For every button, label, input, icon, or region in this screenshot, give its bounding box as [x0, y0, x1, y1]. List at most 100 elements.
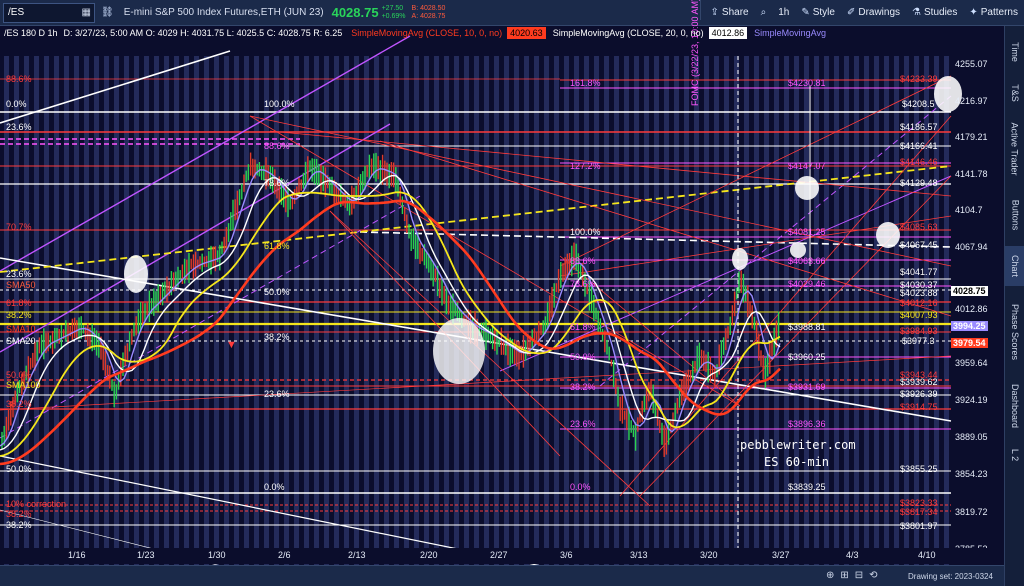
fib-label-left: 38.2% [6, 399, 32, 409]
fib-label-left: 23.6% [6, 122, 32, 132]
fib-label-right: 38.2% [570, 382, 596, 392]
fib-label-right: 23.6% [570, 419, 596, 429]
zoom-button[interactable]: ⌕ [755, 0, 773, 25]
crosshair-icon[interactable]: ⊕ [826, 570, 834, 581]
legend-symbol: /ES 180 D 1h [4, 28, 58, 38]
price-level: $4230.81 [788, 78, 826, 88]
fib-label-mid: 0.0% [264, 482, 285, 492]
price-level: $3988.81 [788, 322, 826, 332]
ma-tag-sma10: SMA10 [6, 324, 36, 334]
price-tick: 3889.05 [955, 432, 988, 442]
drawing-set-label[interactable]: Drawing set: 2023-0324 [908, 572, 993, 581]
change-box: +27.50 +0.69% [382, 5, 406, 21]
time-tick: 1/16 [68, 550, 86, 560]
time-tick: 2/20 [420, 550, 438, 560]
fib-label-left: 38.2% [6, 310, 32, 320]
time-tick: 4/10 [918, 550, 936, 560]
price-level: $3855.25 [900, 464, 938, 474]
pattern-icon: ✦ [969, 7, 978, 18]
correction-label: 10% correction [6, 499, 67, 509]
style-button[interactable]: ✎ Style [795, 0, 841, 25]
time-tick: 3/13 [630, 550, 648, 560]
price-level: $4166.41 [900, 141, 938, 151]
fib-label-left: 88.6% [6, 74, 32, 84]
legend-sma50[interactable]: SimpleMovingAvg [751, 27, 829, 39]
price-axis[interactable]: 4255.07 4216.97 4179.21 4141.78 4104.7 4… [951, 48, 1003, 554]
tab-active-trader[interactable]: Active Trader [1005, 114, 1024, 184]
fib-label-right: 161.8% [570, 78, 601, 88]
chart-canvas[interactable]: ▼ [0, 26, 1004, 586]
fib-label-left: 38.2% [6, 509, 32, 519]
ma-tag-sma50: SMA50 [6, 280, 36, 290]
fib-label-left: 50.0% [6, 464, 32, 474]
legend-sma20-value: 4012.86 [708, 27, 748, 39]
patterns-button[interactable]: ✦ Patterns [963, 0, 1024, 25]
price-tick: 4012.86 [955, 304, 988, 314]
link-icon[interactable]: ⛓ [95, 0, 120, 25]
flask-icon: ⚗ [912, 7, 921, 18]
fib-label-left: 50.0% [6, 370, 32, 380]
tab-dashboard[interactable]: Dashboard [1005, 378, 1024, 434]
tab-ts[interactable]: T&S [1005, 78, 1024, 108]
symbol-input[interactable]: /ES ▦ [3, 2, 95, 23]
price-tick: 4216.97 [955, 96, 988, 106]
fib-label-mid: 38.2% [264, 332, 290, 342]
fib-label-right: 61.8% [570, 322, 596, 332]
tab-time[interactable]: Time [1005, 32, 1024, 72]
time-axis[interactable]: 1/16 1/23 1/30 2/6 2/13 2/20 2/27 3/6 3/… [0, 548, 1004, 564]
legend-sma20[interactable]: SimpleMovingAvg (CLOSE, 20, 0, no) [550, 27, 707, 39]
time-tick: 3/27 [772, 550, 790, 560]
time-tick: 4/3 [846, 550, 859, 560]
top-toolbar: /ES ▦ ⛓ E-mini S&P 500 Index Futures,ETH… [0, 0, 1024, 26]
price-level: $4081.25 [788, 227, 826, 237]
price-level: $4041.77 [900, 267, 938, 277]
ma-tag-sma100: SMA100 [6, 380, 41, 390]
reset-icon[interactable]: ⟲ [869, 570, 877, 581]
time-tick: 2/27 [490, 550, 508, 560]
zoom-in-icon[interactable]: ⊞ [840, 570, 848, 581]
sma50-price-tag: 3994.25 [951, 321, 988, 331]
fib-label-mid: 50.0% [264, 287, 290, 297]
price-tick: 3924.19 [955, 395, 988, 405]
price-level: $4147.07 [788, 161, 826, 171]
price-level: $3977.3 [902, 336, 935, 346]
interval-button[interactable]: 1h [772, 0, 795, 25]
fib-label-right: 50.0% [570, 352, 596, 362]
legend-sma10-value: 4020.63 [507, 27, 546, 39]
fib-label-right: 127.2% [570, 161, 601, 171]
share-button[interactable]: ⇪ Share [705, 0, 755, 25]
fomc-annotation: FOMC (3/22/23, 10:00 AM) [690, 0, 700, 106]
tab-chart[interactable]: Chart [1005, 246, 1024, 286]
price-tick: 4104.7 [955, 205, 983, 215]
price-level: $4085.63 [900, 222, 938, 232]
price-level: $3939.62 [900, 377, 938, 387]
fib-label-left: 38.2% [6, 520, 32, 530]
price-level: $4012.16 [900, 298, 938, 308]
price-level: $4129.48 [900, 178, 938, 188]
grid-icon[interactable]: ▦ [82, 7, 91, 18]
change-percent: +0.69% [381, 12, 406, 20]
fib-label-right: 78.6% [570, 279, 596, 289]
tab-phase-scores[interactable]: Phase Scores [1005, 292, 1024, 372]
zoom-out-icon[interactable]: ⊟ [855, 570, 863, 581]
ask-price: A: 4028.75 [411, 12, 446, 20]
chart-subtitle: ES 60-min [764, 455, 830, 469]
price-level: $3817.34 [900, 507, 938, 517]
chart-legend: /ES 180 D 1h D: 3/27/23, 5:00 AM O: 4029… [4, 27, 831, 39]
magnifier-icon: ⌕ [760, 7, 767, 18]
fib-label-mid: 61.8% [264, 241, 290, 251]
fib-label-right: 100.0% [570, 227, 601, 237]
bid-price: B: 4028.50 [411, 4, 446, 12]
fib-label-left: 61.8% [6, 298, 32, 308]
legend-sma10[interactable]: SimpleMovingAvg (CLOSE, 10, 0, no) [348, 27, 505, 39]
last-price-tag: 4028.75 [951, 286, 988, 296]
tab-buttons[interactable]: Buttons [1005, 190, 1024, 240]
price-chart[interactable]: ▼ 88.6% 0.0% 23.6% 70.7% 23.6% SMA50 61.… [0, 0, 1004, 586]
tab-l2[interactable]: L 2 [1005, 440, 1024, 470]
price-tick: 3819.72 [955, 507, 988, 517]
studies-button[interactable]: ⚗ Studies [906, 0, 963, 25]
last-price: 4028.75 [331, 5, 379, 20]
time-tick: 2/13 [348, 550, 366, 560]
price-level: $4208.5 [902, 99, 935, 109]
drawings-button[interactable]: ✐ Drawings [841, 0, 906, 25]
